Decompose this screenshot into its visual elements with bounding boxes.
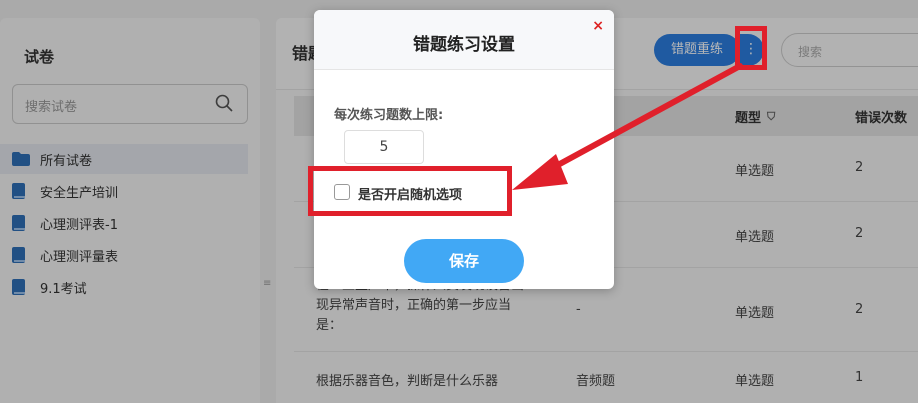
save-button[interactable]: 保存 xyxy=(404,239,524,283)
highlight-more-button xyxy=(735,26,767,70)
close-icon[interactable]: × xyxy=(592,18,604,34)
limit-input[interactable]: 5 xyxy=(344,130,424,164)
limit-label: 每次练习题数上限: xyxy=(334,108,444,123)
dialog-title: 错题练习设置 xyxy=(413,35,515,55)
highlight-random-option xyxy=(308,166,512,216)
wrong-question-settings-dialog: 错题练习设置 × 每次练习题数上限: 5 是否开启随机选项 保存 xyxy=(314,10,614,289)
dialog-header: 错题练习设置 × xyxy=(314,10,614,70)
